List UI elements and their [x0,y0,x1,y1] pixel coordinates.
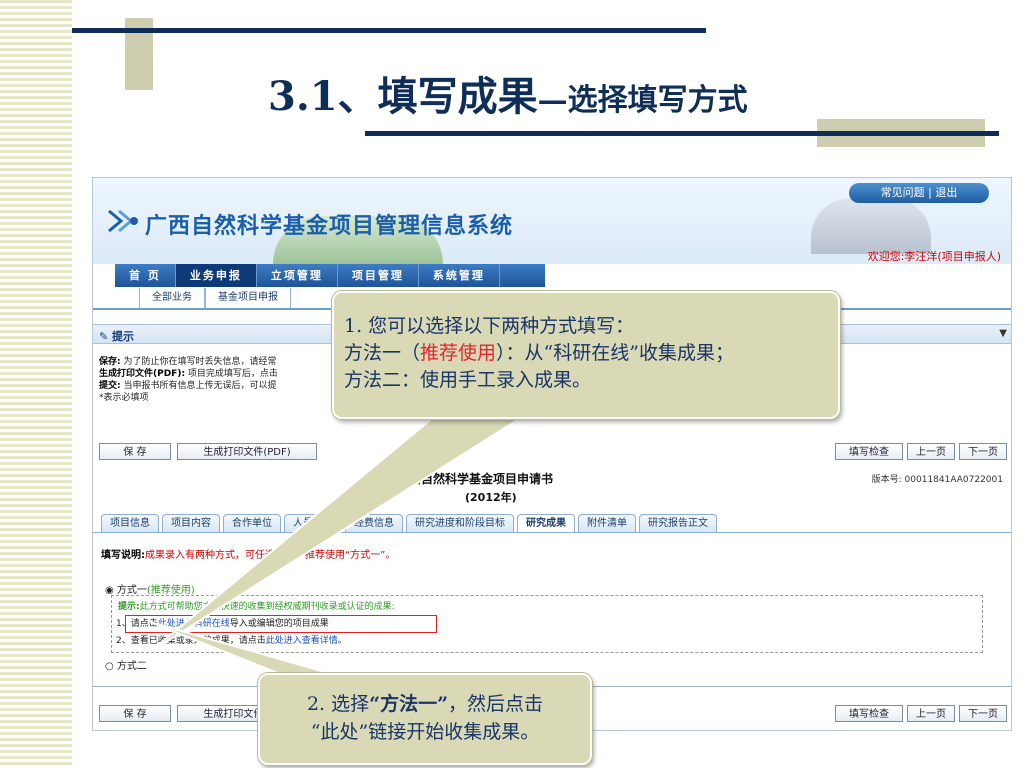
callout1-line2: 方法一（推荐使用）：从“科研在线”收集成果； [344,342,734,364]
callout1-line3: 方法二：使用手工录入成果。 [344,369,592,391]
callout1-line1: 1. 您可以选择以下两种方式填写： [344,315,635,337]
callout2-line2: “此处”链接开始收集成果。 [310,721,540,743]
callout-methods: 1. 您可以选择以下两种方式填写： 方法一（推荐使用）：从“科研在线”收集成果；… [332,291,840,419]
callout-select-method: 2. 选择“方法一”，然后点击 “此处”链接开始收集成果。 [258,673,592,765]
callout1-pointer [149,411,534,653]
callout2-line1: 2. 选择“方法一”，然后点击 [306,693,544,715]
